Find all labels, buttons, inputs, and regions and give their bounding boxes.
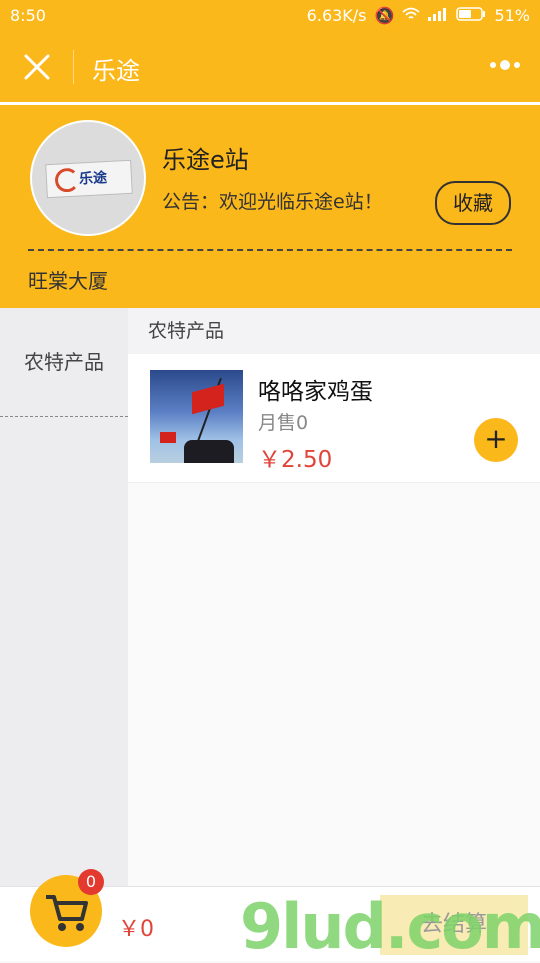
logo-card: 乐途 bbox=[45, 159, 133, 199]
cart-count-badge: 0 bbox=[78, 869, 104, 895]
status-icons: 6.63K/s 🔕 51% bbox=[307, 6, 530, 25]
product-sales: 月售0 bbox=[258, 412, 309, 434]
product-item[interactable]: 咯咯家鸡蛋 月售0 ￥2.50 + bbox=[128, 354, 540, 483]
section-title: 农特产品 bbox=[128, 308, 540, 354]
shop-header: 乐途 乐途e站 公告：欢迎光临乐途e站！ 收藏 旺棠大厦 bbox=[0, 105, 540, 308]
cart-total: ￥0 bbox=[118, 917, 154, 942]
status-bar: 8:50 6.63K/s 🔕 51% bbox=[0, 0, 540, 32]
wifi-icon bbox=[402, 6, 421, 25]
more-options-icon[interactable] bbox=[490, 60, 520, 70]
signal-icon bbox=[428, 6, 448, 25]
shop-logo: 乐途 bbox=[30, 120, 146, 236]
product-list: 农特产品 咯咯家鸡蛋 月售0 ￥2.50 + bbox=[128, 308, 540, 886]
watermark: 9lud.com bbox=[240, 890, 540, 963]
status-time: 8:50 bbox=[10, 6, 46, 25]
product-image bbox=[150, 370, 243, 463]
network-speed: 6.63K/s bbox=[306, 6, 367, 25]
nav-bar: 乐途 bbox=[0, 32, 540, 102]
product-price: ￥2.50 bbox=[258, 447, 333, 473]
logo-swirl-icon bbox=[54, 167, 80, 193]
close-icon[interactable] bbox=[20, 50, 54, 84]
add-to-cart-button[interactable]: + bbox=[474, 418, 518, 462]
favorite-button[interactable]: 收藏 bbox=[435, 181, 511, 225]
product-name: 咯咯家鸡蛋 bbox=[258, 379, 373, 405]
logo-text: 乐途 bbox=[78, 170, 108, 188]
header-divider bbox=[28, 249, 512, 251]
battery-level: 51% bbox=[494, 6, 530, 25]
shop-notice: 公告：欢迎光临乐途e站！ bbox=[162, 191, 383, 213]
category-sidebar: 农特产品 bbox=[0, 308, 128, 886]
mute-icon: 🔕 bbox=[374, 6, 395, 25]
sidebar-item-nongte[interactable]: 农特产品 bbox=[0, 308, 128, 417]
nav-divider bbox=[73, 50, 74, 84]
shop-address: 旺棠大厦 bbox=[28, 269, 108, 293]
page-title: 乐途 bbox=[92, 57, 140, 85]
shop-name: 乐途e站 bbox=[162, 146, 249, 174]
battery-icon bbox=[456, 6, 486, 25]
